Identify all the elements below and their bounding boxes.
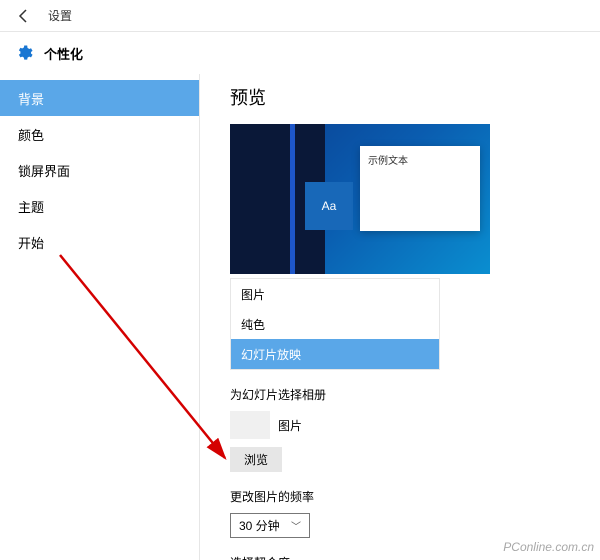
- bg-option-picture[interactable]: 图片: [231, 279, 439, 309]
- frequency-label: 更改图片的频率: [230, 488, 582, 505]
- frequency-value: 30 分钟: [239, 517, 280, 534]
- preview-heading: 预览: [230, 84, 582, 110]
- bg-option-slideshow[interactable]: 幻灯片放映: [231, 339, 439, 369]
- preview-sample-window: 示例文本: [360, 146, 480, 231]
- chevron-down-icon: ﹀: [291, 518, 301, 533]
- album-thumb-label: 图片: [278, 417, 302, 434]
- gear-icon: [14, 43, 34, 63]
- sidebar-item-lockscreen[interactable]: 锁屏界面: [0, 152, 199, 188]
- section-header: 个性化: [0, 32, 600, 74]
- bg-option-solid[interactable]: 纯色: [231, 309, 439, 339]
- back-button[interactable]: [4, 0, 44, 32]
- window-title: 设置: [48, 7, 72, 24]
- content-pane: 预览 Aa 示例文本 图片 纯色 幻灯片放映 为幻灯片选择相册 图片 浏览 更改…: [200, 74, 600, 560]
- album-label: 为幻灯片选择相册: [230, 386, 582, 403]
- preview-tile: Aa: [305, 182, 353, 230]
- frequency-dropdown[interactable]: 30 分钟 ﹀: [230, 513, 310, 538]
- background-type-list: 图片 纯色 幻灯片放映: [230, 278, 440, 370]
- sidebar-item-background[interactable]: 背景: [0, 80, 199, 116]
- sidebar: 背景 颜色 锁屏界面 主题 开始: [0, 74, 200, 560]
- section-title: 个性化: [44, 44, 83, 63]
- album-thumbnail[interactable]: [230, 411, 270, 439]
- fit-label: 选择契合度: [230, 554, 582, 560]
- sidebar-item-colors[interactable]: 颜色: [0, 116, 199, 152]
- sidebar-item-themes[interactable]: 主题: [0, 188, 199, 224]
- sidebar-item-start[interactable]: 开始: [0, 224, 199, 260]
- preview-thumbnail: Aa 示例文本: [230, 124, 490, 274]
- browse-button[interactable]: 浏览: [230, 447, 282, 472]
